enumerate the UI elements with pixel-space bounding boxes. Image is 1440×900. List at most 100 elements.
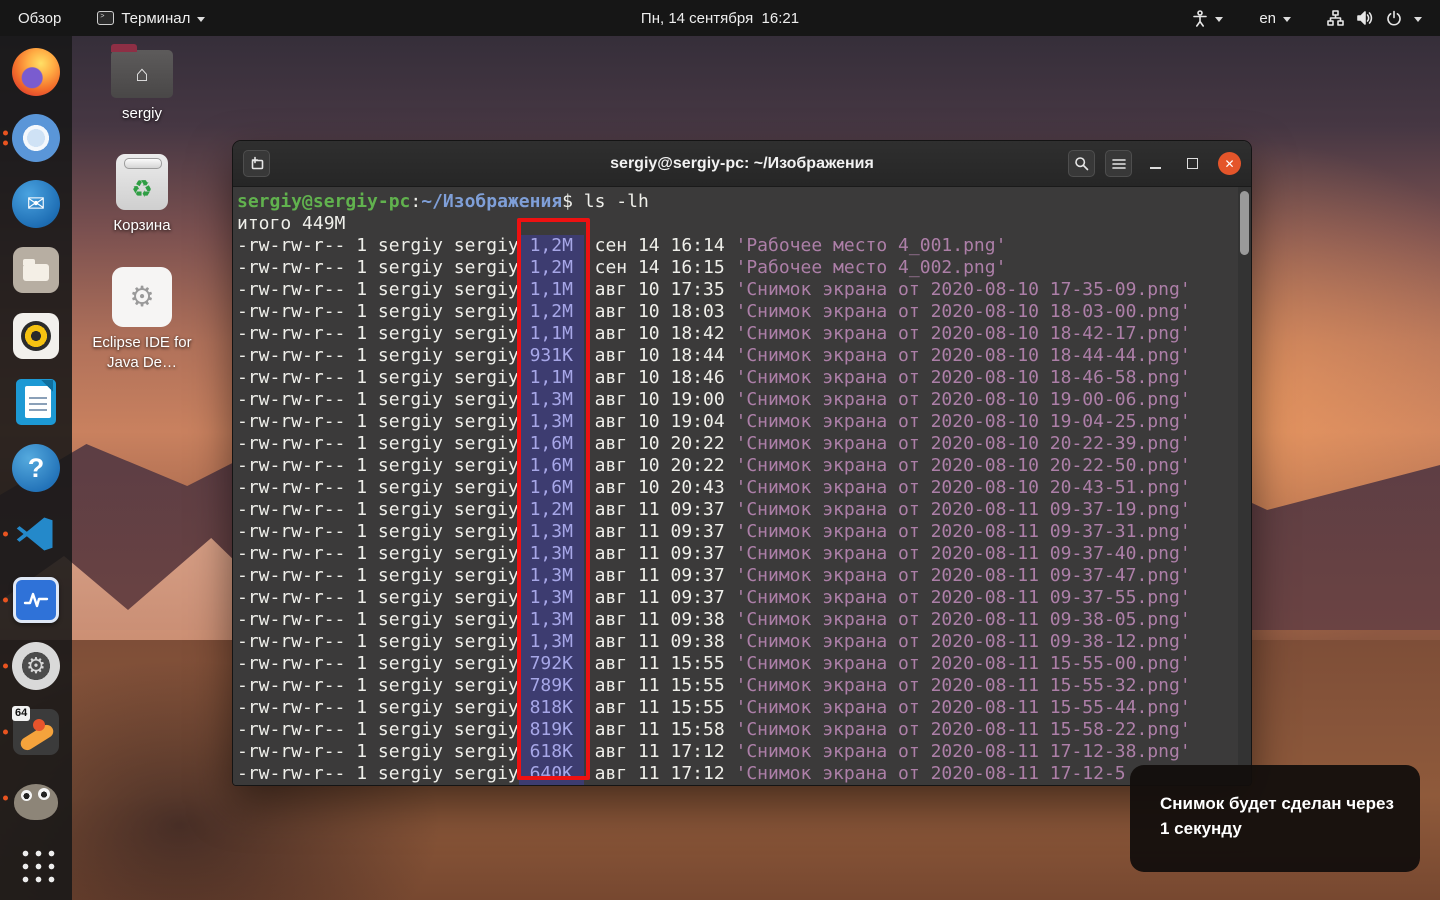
- file-permissions: -rw-rw-r-- 1 sergiy sergiy: [237, 697, 519, 718]
- file-size: 931K: [518, 345, 584, 367]
- terminal-listing-row: -rw-rw-r-- 1 sergiy sergiy 1,2M сен 14 16…: [237, 257, 1251, 279]
- dock-item-settings[interactable]: ⚙: [0, 638, 72, 694]
- terminal-scrollbar[interactable]: [1238, 187, 1251, 785]
- close-button[interactable]: ✕: [1218, 152, 1241, 175]
- terminal-listing-row: -rw-rw-r-- 1 sergiy sergiy 818K авг 11 15…: [237, 697, 1251, 719]
- screenshot-notification[interactable]: Снимок будет сделан через 1 секунду: [1130, 765, 1420, 872]
- terminal-listing-row: -rw-rw-r-- 1 sergiy sergiy 1,3M авг 11 09…: [237, 565, 1251, 587]
- terminal-listing-row: -rw-rw-r-- 1 sergiy sergiy 1,2M авг 10 18…: [237, 301, 1251, 323]
- dock-item-libreoffice-writer[interactable]: [0, 374, 72, 430]
- file-name: 'Снимок экрана от 2020-08-10 19-00-06.pn…: [735, 389, 1191, 410]
- trash-icon: ♻: [116, 154, 168, 211]
- file-date: авг 11 09:37: [583, 543, 736, 564]
- power-icon: [1387, 10, 1401, 25]
- dock-item-files[interactable]: [0, 242, 72, 298]
- dock-item-app-grid[interactable]: [0, 836, 72, 892]
- hamburger-menu-icon: [1111, 158, 1126, 169]
- chevron-down-icon: [1414, 16, 1422, 22]
- search-button[interactable]: [1068, 150, 1095, 177]
- new-tab-button[interactable]: [243, 150, 270, 177]
- dock-item-chromium[interactable]: [0, 110, 72, 166]
- file-permissions: -rw-rw-r-- 1 sergiy sergiy: [237, 389, 519, 410]
- terminal-listing-row: -rw-rw-r-- 1 sergiy sergiy 1,1M авг 10 17…: [237, 279, 1251, 301]
- terminal-listing-row: -rw-rw-r-- 1 sergiy sergiy 1,2M сен 14 16…: [237, 235, 1251, 257]
- file-permissions: -rw-rw-r-- 1 sergiy sergiy: [237, 235, 519, 256]
- file-date: авг 10 18:44: [583, 345, 736, 366]
- file-size: 789K: [518, 675, 584, 697]
- file-name: 'Снимок экрана от 2020-08-11 09-37-55.pn…: [735, 587, 1191, 608]
- maximize-icon: [1187, 158, 1198, 169]
- eclipse-gear-icon: ⚙: [112, 266, 172, 327]
- running-indicator: [3, 729, 8, 735]
- file-name: 'Снимок экрана от 2020-08-11 15-55-32.pn…: [735, 675, 1191, 696]
- chevron-down-icon: [197, 16, 206, 22]
- dock-item-thunderbird[interactable]: ✉: [0, 176, 72, 232]
- desktop-icon-label: Корзина: [113, 217, 171, 235]
- terminal-output[interactable]: sergiy@sergiy-pc:~/Изображения$ ls -lh и…: [233, 187, 1251, 785]
- accessibility-menu-button[interactable]: [1174, 0, 1241, 36]
- dock-item-system-monitor[interactable]: [0, 572, 72, 628]
- file-name: 'Снимок экрана от 2020-08-10 18-42-17.pn…: [735, 323, 1191, 344]
- file-size: 819K: [518, 719, 584, 741]
- chevron-down-icon: [1215, 16, 1224, 22]
- file-name: 'Снимок экрана от 2020-08-10 17-35-09.pn…: [735, 279, 1191, 300]
- file-permissions: -rw-rw-r-- 1 sergiy sergiy: [237, 367, 519, 388]
- terminal-listing-row: -rw-rw-r-- 1 sergiy sergiy 792K авг 11 15…: [237, 653, 1251, 675]
- file-name: 'Снимок экрана от 2020-08-11 09-37-40.pn…: [735, 543, 1191, 564]
- terminal-titlebar[interactable]: sergiy@sergiy-pc: ~/Изображения ✕: [233, 141, 1251, 187]
- prompt-command: $ ls -lh: [562, 191, 649, 212]
- file-date: авг 11 09:38: [583, 631, 736, 652]
- file-name: 'Снимок экрана от 2020-08-11 15-55-44.pn…: [735, 697, 1191, 718]
- file-date: авг 10 19:00: [583, 389, 736, 410]
- file-name: 'Рабочее место 4_002.png': [735, 257, 1007, 278]
- file-date: авг 11 09:37: [583, 587, 736, 608]
- app-menu-button[interactable]: > Терминал: [79, 0, 223, 36]
- minimize-button[interactable]: [1142, 150, 1169, 177]
- clock-button[interactable]: Пн, 14 сентября 16:21: [629, 0, 811, 36]
- dock-item-help[interactable]: ?: [0, 440, 72, 496]
- file-name: 'Снимок экрана от 2020-08-11 09-37-19.pn…: [735, 499, 1191, 520]
- dock-item-app-64[interactable]: 64: [0, 704, 72, 760]
- activities-button[interactable]: Обзор: [0, 0, 79, 36]
- running-indicator: [3, 130, 8, 146]
- file-permissions: -rw-rw-r-- 1 sergiy sergiy: [237, 455, 519, 476]
- desktop-icons: ⌂ sergiy ♻ Корзина ⚙ Eclipse IDE for Jav…: [86, 42, 198, 403]
- file-permissions: -rw-rw-r-- 1 sergiy sergiy: [237, 301, 519, 322]
- app-menu-label: Терминал: [121, 9, 191, 27]
- maximize-button[interactable]: [1179, 150, 1206, 177]
- file-permissions: -rw-rw-r-- 1 sergiy sergiy: [237, 653, 519, 674]
- running-indicator: [3, 597, 8, 603]
- terminal-listing-row: -rw-rw-r-- 1 sergiy sergiy 1,3M авг 11 09…: [237, 587, 1251, 609]
- top-bar: Обзор > Терминал Пн, 14 сентября 16:21 e…: [0, 0, 1440, 36]
- running-indicator: [3, 663, 8, 669]
- desktop-icon-home-folder[interactable]: ⌂ sergiy: [86, 42, 198, 124]
- file-name: 'Снимок экрана от 2020-08-11 17-12-38.pn…: [735, 741, 1191, 762]
- desktop-icon-eclipse[interactable]: ⚙ Eclipse IDE for Java De…: [86, 266, 198, 374]
- keyboard-layout-button[interactable]: en: [1241, 0, 1309, 36]
- dock-item-rhythmbox[interactable]: [0, 308, 72, 364]
- file-size: 1,1M: [518, 323, 584, 345]
- file-date: авг 11 09:37: [583, 565, 736, 586]
- file-permissions: -rw-rw-r-- 1 sergiy sergiy: [237, 763, 519, 784]
- menu-button[interactable]: [1105, 150, 1132, 177]
- file-date: авг 10 20:43: [583, 477, 736, 498]
- desktop-icon-trash[interactable]: ♻ Корзина: [86, 154, 198, 236]
- dock-item-vscode[interactable]: [0, 506, 72, 562]
- system-menu-button[interactable]: [1309, 0, 1440, 36]
- file-name: 'Снимок экрана от 2020-08-10 18-46-58.pn…: [735, 367, 1191, 388]
- dock-item-gimp[interactable]: [0, 770, 72, 826]
- file-size: 640K: [518, 763, 584, 785]
- file-date: авг 10 20:22: [583, 455, 736, 476]
- file-name: 'Снимок экрана от 2020-08-10 20-22-50.pn…: [735, 455, 1191, 476]
- file-date: авг 10 18:42: [583, 323, 736, 344]
- terminal-listing-row: -rw-rw-r-- 1 sergiy sergiy 819K авг 11 15…: [237, 719, 1251, 741]
- file-permissions: -rw-rw-r-- 1 sergiy sergiy: [237, 609, 519, 630]
- file-name: 'Снимок экрана от 2020-08-10 18-44-44.pn…: [735, 345, 1191, 366]
- scrollbar-thumb[interactable]: [1240, 191, 1249, 255]
- file-permissions: -rw-rw-r-- 1 sergiy sergiy: [237, 741, 519, 762]
- chromium-icon: [12, 114, 60, 162]
- dock-item-firefox[interactable]: [0, 44, 72, 100]
- terminal-listing-row: -rw-rw-r-- 1 sergiy sergiy 618K авг 11 17…: [237, 741, 1251, 763]
- file-size: 1,6M: [518, 455, 584, 477]
- file-date: авг 11 17:12: [583, 763, 736, 784]
